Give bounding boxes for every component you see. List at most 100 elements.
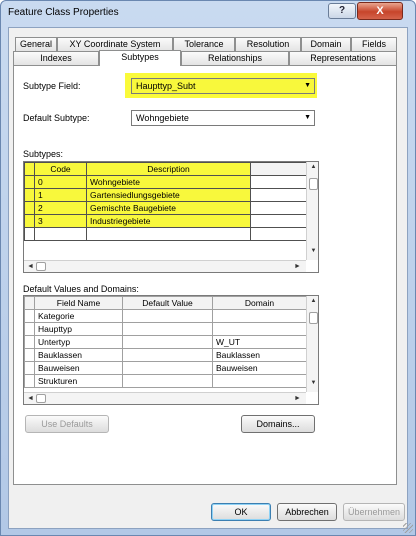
- scroll-up-icon[interactable]: ▲: [307, 164, 318, 170]
- cancel-button[interactable]: Abbrechen: [277, 503, 337, 521]
- tab-domain[interactable]: Domain: [301, 37, 351, 51]
- empty-cell: [250, 188, 309, 202]
- row-header-cell[interactable]: [24, 361, 35, 375]
- domain-cell[interactable]: Bauweisen: [212, 361, 307, 375]
- default-value-cell[interactable]: [122, 348, 213, 362]
- tab-xy-coordinate-system[interactable]: XY Coordinate System: [57, 37, 173, 51]
- tab-tolerance[interactable]: Tolerance: [173, 37, 235, 51]
- scroll-right-icon[interactable]: ►: [294, 393, 301, 404]
- table-row-new[interactable]: [24, 227, 309, 241]
- row-header-cell[interactable]: [24, 335, 35, 349]
- apply-button[interactable]: Übernehmen: [343, 503, 405, 521]
- table-row[interactable]: Strukturen: [24, 374, 307, 388]
- new-code-cell[interactable]: [34, 227, 87, 241]
- domain-cell[interactable]: Bauklassen: [212, 348, 307, 362]
- new-description-cell[interactable]: [86, 227, 251, 241]
- resize-grip-icon[interactable]: [403, 523, 413, 533]
- scroll-down-icon[interactable]: ▼: [307, 380, 318, 386]
- field-name-cell: Untertyp: [34, 335, 123, 349]
- scroll-thumb[interactable]: [309, 312, 318, 324]
- row-header-cell: [24, 296, 35, 310]
- domain-cell[interactable]: [212, 309, 307, 323]
- scroll-thumb[interactable]: [36, 394, 46, 403]
- subtype-code-cell[interactable]: 1: [34, 188, 87, 202]
- default-subtype-value: Wohngebiete: [136, 113, 189, 123]
- tab-subtypes[interactable]: Subtypes: [99, 50, 181, 66]
- default-subtype-select[interactable]: Wohngebiete ▼: [131, 110, 315, 126]
- row-header-cell[interactable]: [24, 374, 35, 388]
- help-button[interactable]: ?: [328, 3, 356, 19]
- scroll-left-icon[interactable]: ◄: [27, 393, 34, 404]
- default-value-cell[interactable]: [122, 335, 213, 349]
- field-name-column-header[interactable]: Field Name: [34, 296, 123, 310]
- tab-fields[interactable]: Fields: [351, 37, 397, 51]
- title-bar[interactable]: Feature Class Properties ? X: [1, 1, 415, 27]
- subtypes-horizontal-scrollbar[interactable]: ◄ ►: [24, 260, 306, 272]
- chevron-down-icon: ▼: [304, 82, 311, 89]
- row-header-cell[interactable]: [24, 309, 35, 323]
- default-value-cell[interactable]: [122, 322, 213, 336]
- default-value-cell[interactable]: [122, 374, 213, 388]
- default-value-cell[interactable]: [122, 361, 213, 375]
- domain-column-header[interactable]: Domain: [212, 296, 307, 310]
- code-column-header[interactable]: Code: [34, 162, 87, 176]
- scroll-thumb[interactable]: [309, 178, 318, 190]
- table-row[interactable]: 0 Wohngebiete: [24, 175, 309, 189]
- domain-cell[interactable]: [212, 374, 307, 388]
- subtype-code-cell[interactable]: 3: [34, 214, 87, 228]
- field-name-cell: Strukturen: [34, 374, 123, 388]
- tab-relationships[interactable]: Relationships: [181, 51, 289, 65]
- window-title: Feature Class Properties: [8, 7, 119, 18]
- subtype-code-cell[interactable]: 0: [34, 175, 87, 189]
- domain-cell[interactable]: W_UT: [212, 335, 307, 349]
- default-value-cell[interactable]: [122, 309, 213, 323]
- subtype-code-cell[interactable]: 2: [34, 201, 87, 215]
- subtype-description-cell[interactable]: Industriegebiete: [86, 214, 251, 228]
- feature-class-properties-window: Feature Class Properties ? X General XY …: [0, 0, 416, 536]
- row-header-cell[interactable]: [24, 348, 35, 362]
- table-row[interactable]: Bauklassen Bauklassen: [24, 348, 307, 362]
- scroll-thumb[interactable]: [36, 262, 46, 271]
- tab-representations[interactable]: Representations: [289, 51, 397, 65]
- tab-resolution[interactable]: Resolution: [235, 37, 301, 51]
- tab-general[interactable]: General: [15, 37, 57, 51]
- row-header-cell[interactable]: [24, 227, 35, 241]
- subtypes-vertical-scrollbar[interactable]: ▲ ▼: [306, 162, 318, 260]
- table-row[interactable]: 3 Industriegebiete: [24, 214, 309, 228]
- scroll-up-icon[interactable]: ▲: [307, 298, 318, 304]
- close-icon: X: [376, 5, 384, 17]
- row-header-cell[interactable]: [24, 188, 35, 202]
- description-column-header[interactable]: Description: [86, 162, 251, 176]
- default-value-column-header[interactable]: Default Value: [122, 296, 213, 310]
- subtype-description-cell[interactable]: Gartensiedlungsgebiete: [86, 188, 251, 202]
- table-row[interactable]: Haupttyp: [24, 322, 307, 336]
- row-header-cell[interactable]: [24, 201, 35, 215]
- row-header-cell[interactable]: [24, 175, 35, 189]
- close-button[interactable]: X: [357, 2, 403, 20]
- table-row[interactable]: Bauweisen Bauweisen: [24, 361, 307, 375]
- defaults-horizontal-scrollbar[interactable]: ◄ ►: [24, 392, 306, 404]
- chevron-down-icon: ▼: [304, 114, 311, 121]
- field-name-cell: Bauklassen: [34, 348, 123, 362]
- subtype-description-cell[interactable]: Wohngebiete: [86, 175, 251, 189]
- row-header-cell: [24, 162, 35, 176]
- empty-cell: [250, 214, 309, 228]
- scroll-left-icon[interactable]: ◄: [27, 261, 34, 272]
- subtype-field-select[interactable]: Haupttyp_Subt ▼: [131, 78, 315, 94]
- table-row[interactable]: Untertyp W_UT: [24, 335, 307, 349]
- ok-button[interactable]: OK: [211, 503, 271, 521]
- table-row[interactable]: 1 Gartensiedlungsgebiete: [24, 188, 309, 202]
- table-row[interactable]: 2 Gemischte Baugebiete: [24, 201, 309, 215]
- row-header-cell[interactable]: [24, 214, 35, 228]
- row-header-cell[interactable]: [24, 322, 35, 336]
- domain-cell[interactable]: [212, 322, 307, 336]
- scroll-down-icon[interactable]: ▼: [307, 248, 318, 254]
- scroll-right-icon[interactable]: ►: [294, 261, 301, 272]
- subtype-description-cell[interactable]: Gemischte Baugebiete: [86, 201, 251, 215]
- defaults-vertical-scrollbar[interactable]: ▲ ▼: [306, 296, 318, 392]
- domains-button[interactable]: Domains...: [241, 415, 315, 433]
- subtypes-label: Subtypes:: [23, 149, 64, 159]
- tab-indexes[interactable]: Indexes: [13, 51, 99, 65]
- table-row[interactable]: Kategorie: [24, 309, 307, 323]
- use-defaults-button[interactable]: Use Defaults: [25, 415, 109, 433]
